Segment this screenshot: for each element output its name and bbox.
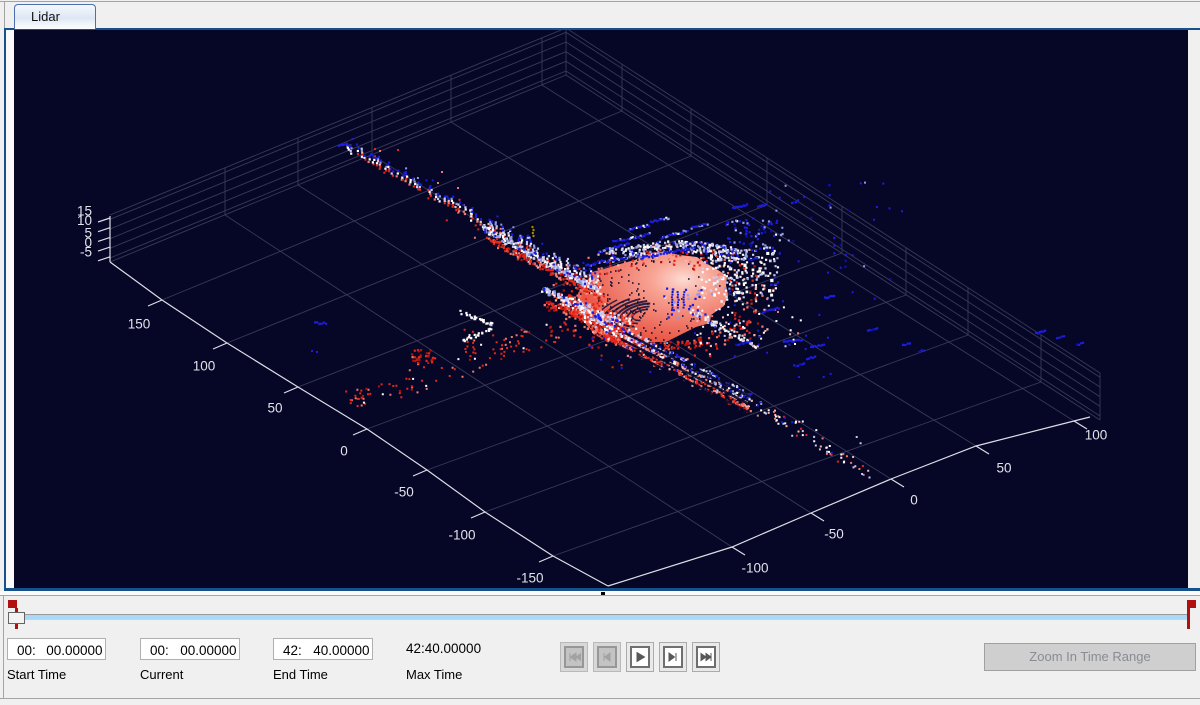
svg-text:-5: -5 — [80, 245, 92, 260]
svg-text:0: 0 — [340, 444, 348, 459]
svg-text:-150: -150 — [516, 571, 543, 586]
svg-text:100: 100 — [1085, 428, 1108, 443]
svg-text:-50: -50 — [824, 527, 844, 542]
svg-text:-100: -100 — [448, 528, 475, 543]
svg-text:100: 100 — [193, 359, 216, 374]
svg-text:50: 50 — [996, 461, 1011, 476]
svg-text:-100: -100 — [741, 561, 768, 576]
svg-text:50: 50 — [267, 401, 282, 416]
svg-text:150: 150 — [128, 317, 151, 332]
svg-text:0: 0 — [910, 493, 918, 508]
svg-text:-50: -50 — [394, 485, 414, 500]
